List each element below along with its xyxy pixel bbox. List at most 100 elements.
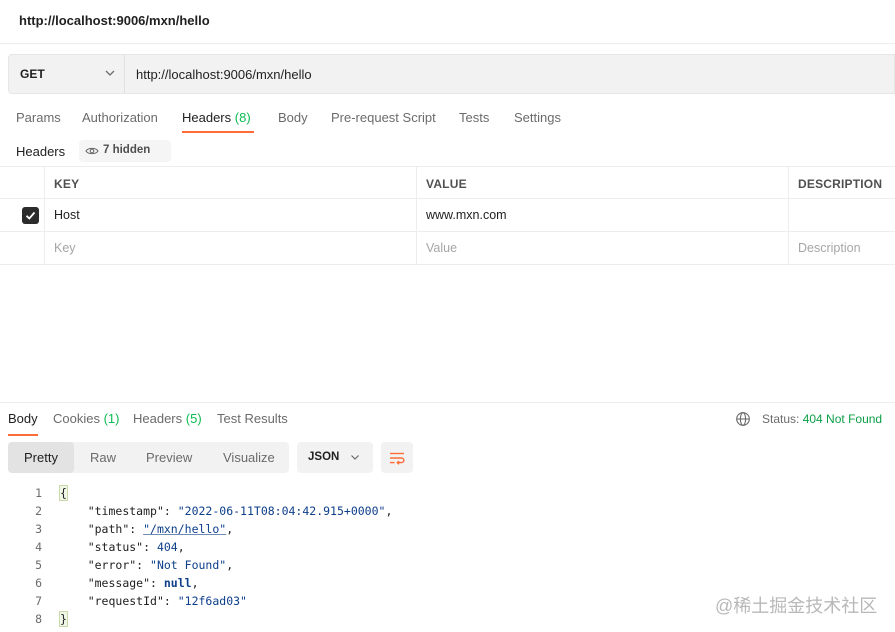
tab-authorization[interactable]: Authorization bbox=[82, 110, 158, 125]
json-value: null bbox=[163, 576, 192, 590]
value-text: www.mxn.com bbox=[426, 208, 507, 222]
json-comma: , bbox=[226, 558, 234, 572]
code-line: 4 "status": 404, bbox=[0, 538, 895, 556]
tab-test-results[interactable]: Test Results bbox=[217, 411, 288, 426]
hidden-headers-toggle[interactable]: 7 hidden bbox=[79, 140, 171, 162]
line-number: 4 bbox=[35, 540, 42, 554]
line-number: 1 bbox=[35, 486, 42, 500]
format-label: JSON bbox=[308, 451, 340, 463]
code-line: 3 "path": "/mxn/hello", bbox=[0, 520, 895, 538]
description-cell[interactable] bbox=[788, 199, 895, 231]
table-row: Host www.mxn.com bbox=[0, 199, 895, 232]
url-bar: GET http://localhost:9006/mxn/hello bbox=[8, 54, 895, 94]
response-status: Status: 404 Not Found bbox=[762, 412, 882, 426]
active-tab-indicator bbox=[8, 434, 38, 436]
column-header-label: KEY bbox=[54, 177, 80, 191]
view-raw[interactable]: Raw bbox=[74, 442, 132, 473]
url-input[interactable]: http://localhost:9006/mxn/hello bbox=[136, 67, 312, 82]
code-line: 1{ bbox=[0, 484, 895, 502]
request-tabs: Params Authorization Headers (8) Body Pr… bbox=[0, 104, 895, 134]
status-label: Status: bbox=[762, 412, 800, 426]
tab-label: Headers bbox=[182, 110, 232, 125]
line-number: 6 bbox=[35, 576, 42, 590]
tab-settings[interactable]: Settings bbox=[514, 110, 561, 125]
tab-response-headers[interactable]: Headers (5) bbox=[133, 411, 202, 426]
column-header-description: DESCRIPTION bbox=[788, 167, 895, 199]
key-placeholder: Key bbox=[54, 241, 76, 255]
headers-label: Headers bbox=[16, 144, 66, 159]
row-enabled-checkbox[interactable] bbox=[22, 207, 39, 224]
tab-count: (8) bbox=[234, 110, 251, 125]
method-label: GET bbox=[20, 67, 45, 81]
line-number: 7 bbox=[35, 594, 42, 608]
view-visualize[interactable]: Visualize bbox=[207, 442, 289, 473]
globe-icon[interactable] bbox=[735, 411, 751, 427]
json-value: "12f6ad03" bbox=[177, 594, 247, 608]
tab-pre-request-script[interactable]: Pre-request Script bbox=[331, 110, 436, 125]
tab-label: Cookies bbox=[53, 411, 100, 426]
tab-response-body[interactable]: Body bbox=[8, 411, 38, 426]
view-label: Raw bbox=[90, 450, 117, 465]
tab-label: Tests bbox=[459, 110, 490, 125]
active-tab-indicator bbox=[182, 131, 254, 133]
tab-count: (1) bbox=[103, 411, 120, 426]
json-value: "2022-06-11T08:04:42.915+0000" bbox=[177, 504, 386, 518]
value-placeholder: Value bbox=[426, 241, 458, 255]
tab-label: Headers bbox=[133, 411, 183, 426]
key-text: Host bbox=[54, 208, 80, 222]
tab-tests[interactable]: Tests bbox=[459, 110, 489, 125]
line-number: 2 bbox=[35, 504, 42, 518]
code-line: 6 "message": null, bbox=[0, 574, 895, 592]
wrap-lines-button[interactable] bbox=[381, 442, 413, 473]
value-input[interactable]: Value bbox=[416, 232, 788, 264]
chevron-down-icon bbox=[105, 70, 115, 76]
description-input[interactable]: Description bbox=[788, 232, 895, 264]
eye-icon bbox=[85, 147, 99, 155]
open-brace: { bbox=[59, 485, 68, 501]
code-line: 5 "error": "Not Found", bbox=[0, 556, 895, 574]
response-tabs: Body Cookies (1) Headers (5) Test Result… bbox=[0, 402, 895, 436]
json-key: "timestamp" bbox=[87, 504, 164, 518]
tab-headers[interactable]: Headers (8) bbox=[182, 110, 251, 125]
format-select[interactable]: JSON bbox=[297, 442, 373, 473]
view-label: Visualize bbox=[223, 450, 275, 465]
tab-params[interactable]: Params bbox=[16, 110, 61, 125]
key-input[interactable]: Key bbox=[44, 232, 416, 264]
line-number: 3 bbox=[35, 522, 42, 536]
status-value[interactable]: 404 Not Found bbox=[803, 412, 882, 426]
column-header-label: DESCRIPTION bbox=[798, 177, 883, 191]
body-view-tabs: Pretty Raw Preview Visualize bbox=[8, 442, 289, 473]
column-header-value: VALUE bbox=[416, 167, 788, 199]
request-title[interactable]: http://localhost:9006/mxn/hello bbox=[19, 13, 210, 28]
json-key: "error" bbox=[87, 558, 137, 572]
line-number: 8 bbox=[35, 612, 42, 626]
json-value: 404 bbox=[156, 540, 178, 554]
json-key: "message" bbox=[87, 576, 151, 590]
method-select[interactable]: GET bbox=[9, 55, 125, 93]
column-header-label: VALUE bbox=[426, 177, 467, 191]
code-line: 2 "timestamp": "2022-06-11T08:04:42.915+… bbox=[0, 502, 895, 520]
check-icon bbox=[25, 211, 36, 220]
tab-body[interactable]: Body bbox=[278, 110, 308, 125]
line-number: 5 bbox=[35, 558, 42, 572]
tab-label: Body bbox=[278, 110, 308, 125]
view-preview[interactable]: Preview bbox=[132, 442, 207, 473]
view-pretty[interactable]: Pretty bbox=[8, 442, 74, 473]
request-title-bar: http://localhost:9006/mxn/hello bbox=[0, 0, 895, 44]
json-value-link[interactable]: "/mxn/hello" bbox=[143, 522, 226, 536]
wrap-lines-icon bbox=[390, 452, 405, 465]
json-key: "requestId" bbox=[87, 594, 164, 608]
json-comma: , bbox=[226, 522, 234, 536]
json-key: "path" bbox=[87, 522, 130, 536]
watermark: @稀土掘金技术社区 bbox=[715, 596, 878, 616]
tab-cookies[interactable]: Cookies (1) bbox=[53, 411, 119, 426]
description-placeholder: Description bbox=[798, 241, 861, 255]
table-row-new: Key Value Description bbox=[0, 232, 895, 265]
tab-label: Authorization bbox=[82, 110, 158, 125]
close-brace: } bbox=[59, 611, 68, 627]
json-comma: , bbox=[385, 504, 393, 518]
key-cell[interactable]: Host bbox=[44, 199, 416, 231]
tab-count: (5) bbox=[185, 411, 202, 426]
value-cell[interactable]: www.mxn.com bbox=[416, 199, 788, 231]
json-comma: , bbox=[191, 576, 199, 590]
